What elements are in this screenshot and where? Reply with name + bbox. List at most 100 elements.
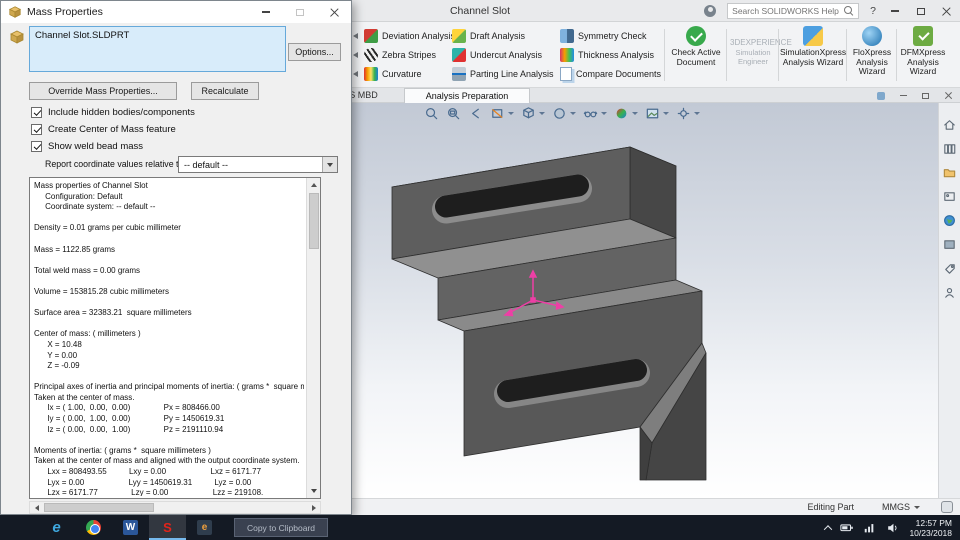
scroll-down-icon[interactable]: [307, 484, 320, 498]
section-view-icon[interactable]: [490, 106, 505, 121]
collapsed-group-arrow-icon: [353, 71, 358, 77]
group-separator: [726, 29, 727, 81]
mass-properties-icon: [8, 6, 22, 18]
zebra-stripes-button[interactable]: Zebra Stripes: [360, 45, 459, 64]
home-icon[interactable]: [942, 117, 957, 132]
taskbar-chrome[interactable]: [75, 515, 112, 540]
undercut-analysis-icon: [452, 47, 466, 62]
file-explorer-icon[interactable]: [942, 165, 957, 180]
deviation-analysis-icon: [364, 28, 378, 43]
thickness-analysis-icon: [560, 47, 574, 62]
override-mass-properties-button[interactable]: Override Mass Properties...: [29, 82, 177, 100]
dropdown-caret-icon[interactable]: [632, 112, 638, 115]
scrollbar-thumb[interactable]: [44, 503, 154, 512]
floxpress-wizard-button[interactable]: FloXpress Analysis Wizard: [849, 26, 895, 77]
battery-icon[interactable]: [840, 521, 854, 535]
search-input[interactable]: [732, 6, 841, 16]
previous-view-icon[interactable]: [468, 106, 483, 121]
taskbar-word[interactable]: W: [112, 515, 149, 540]
scrollbar-thumb[interactable]: [308, 193, 319, 249]
checkbox-icon: [31, 107, 42, 118]
dropdown-caret-icon[interactable]: [322, 157, 337, 172]
copy-to-clipboard-button[interactable]: Copy to Clipboard: [234, 518, 328, 537]
search-icon[interactable]: [844, 6, 854, 16]
scroll-left-icon[interactable]: [30, 502, 43, 513]
help-button[interactable]: ?: [870, 5, 876, 17]
display-style-icon[interactable]: [552, 106, 567, 121]
doc-close-icon[interactable]: [944, 92, 952, 100]
apply-scene-icon[interactable]: [645, 106, 660, 121]
taskbar-solidworks[interactable]: S: [149, 515, 186, 540]
edit-appearance-icon[interactable]: [614, 106, 629, 121]
network-icon[interactable]: [863, 521, 877, 535]
show-hidden-icons-icon[interactable]: [824, 524, 833, 534]
checkbox-include-hidden-bodies[interactable]: Include hidden bodies/components: [31, 106, 195, 119]
restore-button[interactable]: [913, 4, 928, 19]
doc-restore-icon[interactable]: [922, 92, 929, 99]
dialog-titlebar[interactable]: Mass Properties: [1, 1, 351, 23]
design-library-icon[interactable]: [942, 141, 957, 156]
symmetry-check-button[interactable]: Symmetry Check: [556, 26, 665, 45]
speaker-icon[interactable]: [886, 521, 900, 535]
simulationxpress-wizard-button[interactable]: SimulationXpress Analysis Wizard: [780, 26, 846, 67]
dfmxpress-wizard-button[interactable]: DFMXpress Analysis Wizard: [899, 26, 947, 77]
symmetry-check-icon: [560, 28, 574, 43]
help-search-box[interactable]: [727, 3, 860, 19]
options-button[interactable]: Options...: [288, 43, 341, 61]
document-list[interactable]: Channel Slot.SLDPRT: [29, 26, 286, 72]
draft-analysis-icon: [452, 28, 466, 43]
doc-minimize-icon[interactable]: [900, 94, 907, 97]
status-mode: Editing Part: [807, 502, 854, 512]
dropdown-caret-icon[interactable]: [694, 112, 700, 115]
scenes-icon[interactable]: [942, 237, 957, 252]
clock-date: 10/23/2018: [909, 527, 952, 538]
view-palette-icon[interactable]: [942, 189, 957, 204]
vertical-scrollbar[interactable]: [306, 178, 320, 498]
checkbox-create-center-of-mass[interactable]: Create Center of Mass feature: [31, 123, 176, 136]
hide-show-items-icon[interactable]: [583, 106, 598, 121]
dropdown-caret-icon[interactable]: [663, 112, 669, 115]
horizontal-scrollbar[interactable]: [29, 501, 321, 514]
mass-properties-results[interactable]: Mass properties of Channel Slot Configur…: [29, 177, 321, 499]
view-orientation-icon[interactable]: [521, 106, 536, 121]
word-icon: W: [123, 520, 138, 535]
close-button[interactable]: [939, 4, 954, 19]
tab-analysis-preparation[interactable]: Analysis Preparation: [404, 88, 530, 103]
3dexperience-simulation-button: 3DEXPERIENCE Simulation Engineer: [730, 38, 792, 66]
dialog-close-button[interactable]: [317, 1, 351, 23]
custom-properties-icon[interactable]: [942, 261, 957, 276]
chrome-icon: [86, 520, 101, 535]
units-selector[interactable]: MMGS: [882, 502, 920, 512]
dropdown-caret-icon[interactable]: [570, 112, 576, 115]
parting-line-analysis-button[interactable]: Parting Line Analysis: [448, 64, 558, 83]
thickness-analysis-button[interactable]: Thickness Analysis: [556, 45, 665, 64]
taskbar-edrawings[interactable]: e: [186, 515, 223, 540]
scroll-right-icon[interactable]: [307, 502, 320, 513]
login-icon[interactable]: [704, 5, 717, 17]
group-separator: [778, 29, 779, 81]
scroll-up-icon[interactable]: [307, 178, 320, 192]
view-settings-icon[interactable]: [676, 106, 691, 121]
undercut-analysis-button[interactable]: Undercut Analysis: [448, 45, 558, 64]
taskbar-clock[interactable]: 12:57 PM 10/23/2018: [909, 518, 952, 538]
curvature-button[interactable]: Curvature: [360, 64, 459, 83]
dialog-minimize-button[interactable]: [249, 1, 283, 23]
coordinate-system-dropdown[interactable]: -- default --: [178, 156, 338, 173]
zebra-stripes-icon: [364, 47, 378, 62]
minimize-button[interactable]: [887, 4, 902, 19]
forum-icon[interactable]: [942, 285, 957, 300]
draft-analysis-button[interactable]: Draft Analysis: [448, 26, 558, 45]
status-tag-icon[interactable]: [941, 501, 953, 513]
taskbar-edge[interactable]: e: [38, 515, 75, 540]
dropdown-caret-icon[interactable]: [539, 112, 545, 115]
deviation-analysis-button[interactable]: Deviation Analysis: [360, 26, 459, 45]
dropdown-caret-icon[interactable]: [508, 112, 514, 115]
zoom-area-icon[interactable]: [446, 106, 461, 121]
checkbox-show-weld-bead-mass[interactable]: Show weld bead mass: [31, 140, 143, 153]
dropdown-caret-icon[interactable]: [601, 112, 607, 115]
zoom-fit-icon[interactable]: [424, 106, 439, 121]
check-active-document-button[interactable]: Check Active Document: [668, 26, 724, 67]
appearances-globe-icon[interactable]: [942, 213, 957, 228]
compare-documents-button[interactable]: Compare Documents: [556, 64, 665, 83]
recalculate-button[interactable]: Recalculate: [191, 82, 259, 100]
